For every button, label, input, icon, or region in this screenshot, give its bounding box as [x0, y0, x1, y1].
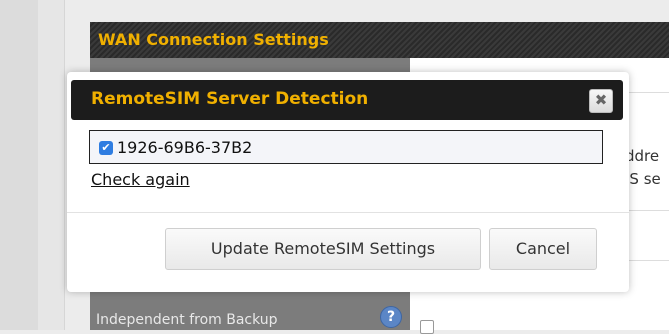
wan-section-header: WAN Connection Settings	[90, 22, 669, 58]
remotesim-dialog: RemoteSIM Server Detection ✖ ✔ 1926-69B6…	[67, 72, 629, 292]
obscured-setting-text: ddre	[625, 147, 660, 165]
dialog-header: RemoteSIM Server Detection ✖	[71, 80, 623, 120]
server-list-item[interactable]: ✔ 1926-69B6-37B2	[89, 130, 603, 164]
left-sidebar-strip	[0, 0, 39, 330]
left-sidebar-strip-inner	[38, 0, 65, 330]
check-again-link[interactable]: Check again	[91, 170, 190, 189]
update-remotesim-settings-button[interactable]: Update RemoteSIM Settings	[165, 228, 481, 270]
dialog-title: RemoteSIM Server Detection	[91, 89, 369, 109]
server-id-label: 1926-69B6-37B2	[117, 138, 253, 157]
independent-from-backup-row: Independent from Backup ?	[90, 300, 410, 330]
server-checkbox[interactable]: ✔	[99, 141, 113, 155]
cancel-button[interactable]: Cancel	[489, 228, 597, 270]
independent-from-backup-label: Independent from Backup	[96, 312, 278, 328]
obscured-setting-text: IS se	[625, 170, 661, 188]
help-icon[interactable]: ?	[380, 306, 402, 328]
independent-from-backup-checkbox[interactable]	[420, 320, 434, 334]
dialog-divider	[67, 212, 629, 213]
close-icon[interactable]: ✖	[589, 89, 613, 113]
